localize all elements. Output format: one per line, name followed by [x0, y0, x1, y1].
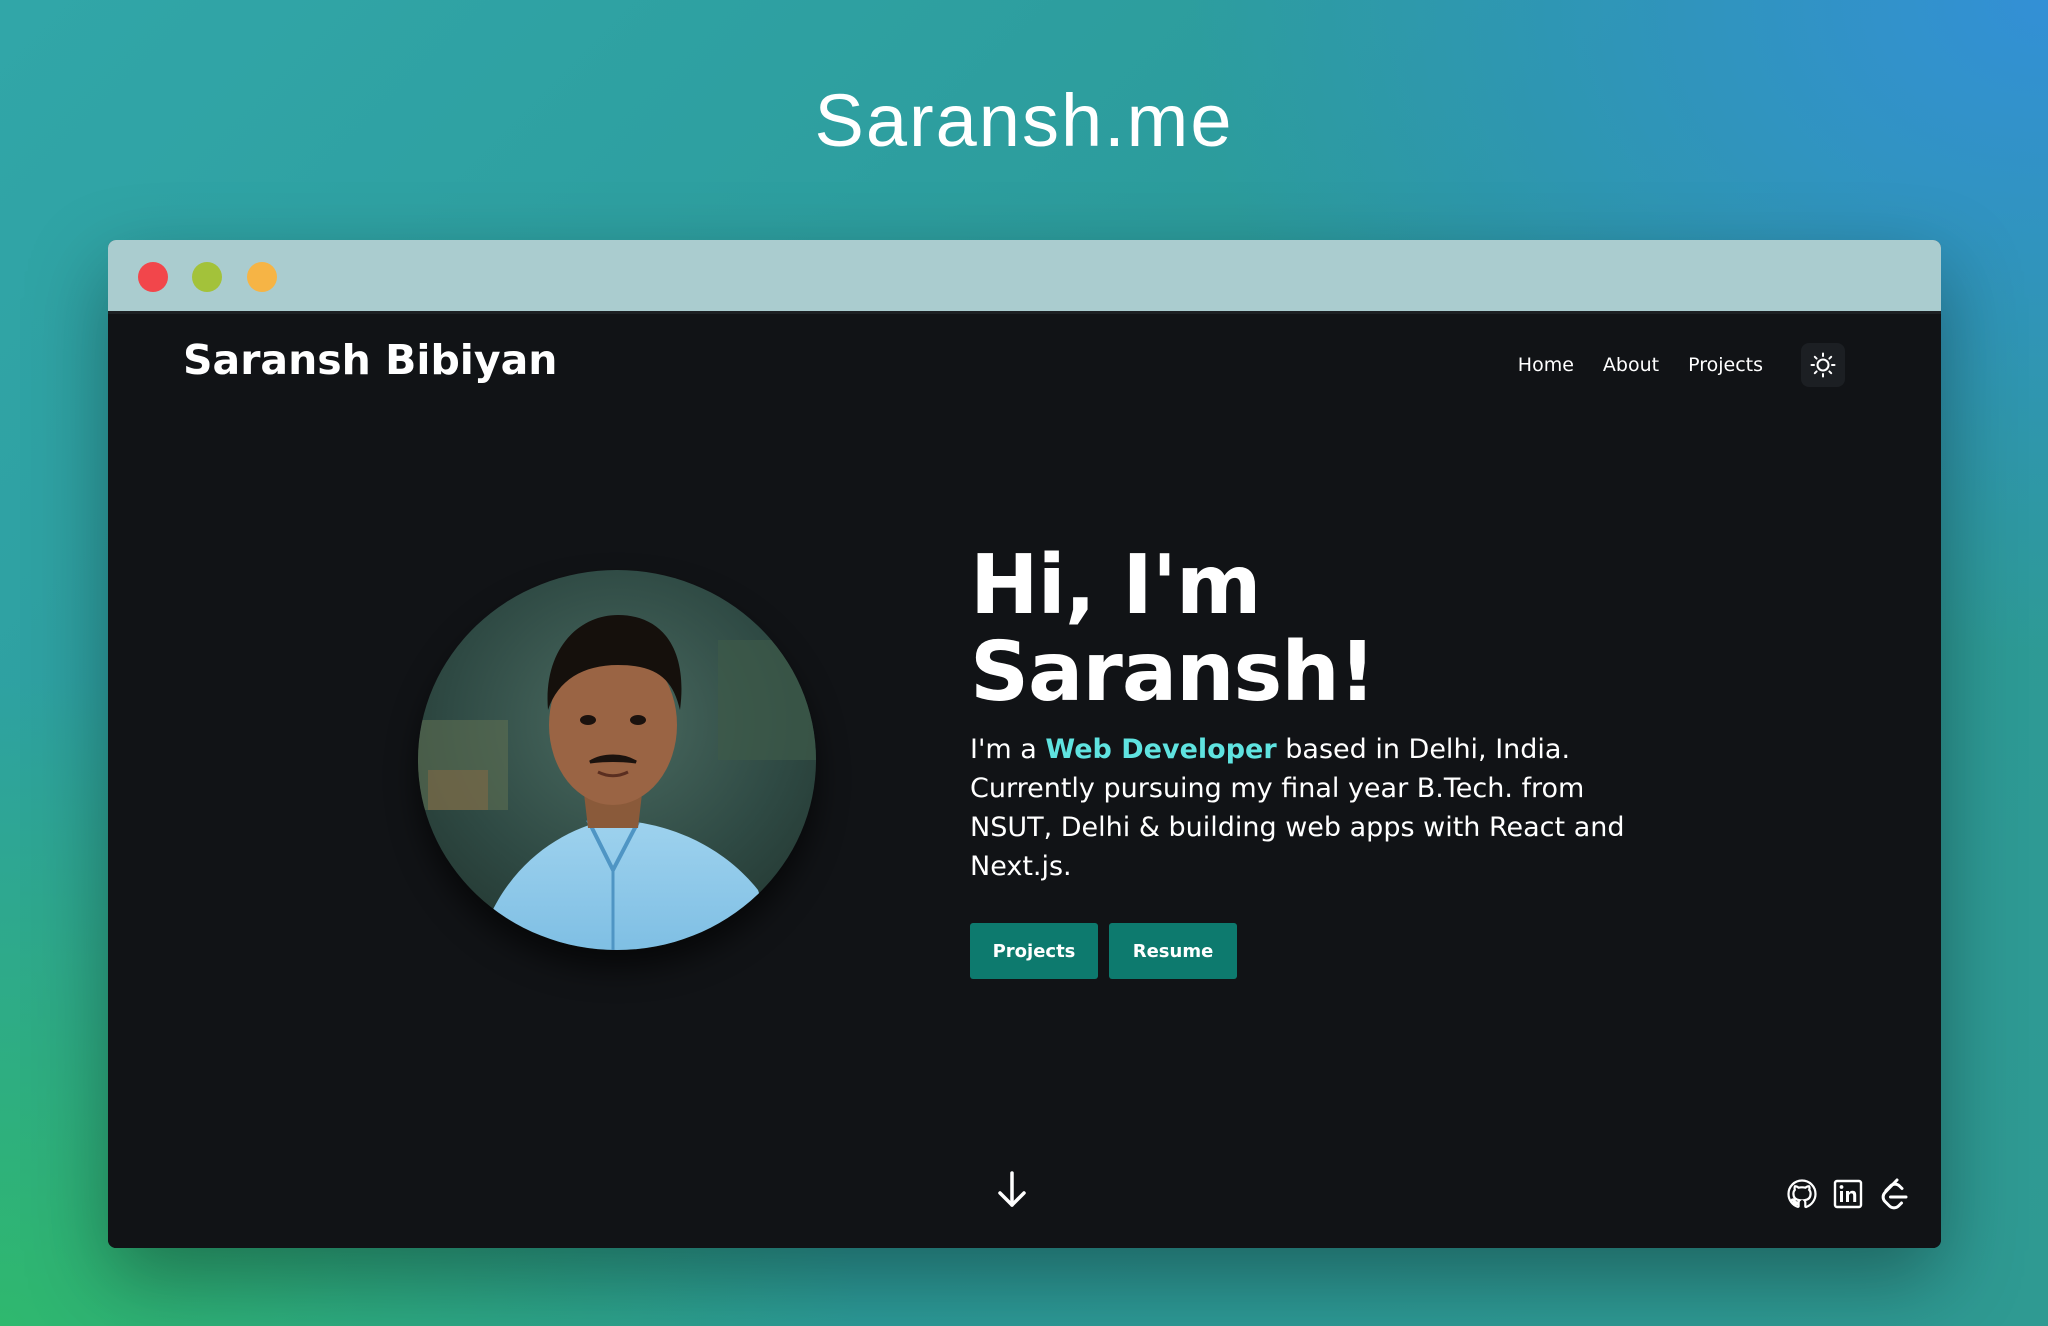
- github-icon: [1787, 1179, 1817, 1209]
- profile-photo: [418, 570, 816, 950]
- site-brand[interactable]: Saransh Bibiyan: [183, 336, 557, 384]
- linkedin-icon: [1833, 1179, 1863, 1209]
- leetcode-icon: [1881, 1178, 1908, 1210]
- arrow-down-icon: [998, 1171, 1026, 1207]
- hero-buttons: Projects Resume: [970, 923, 1248, 979]
- hero-desc-accent: Web Developer: [1045, 734, 1277, 765]
- hero-heading-line1: Hi, I'm: [970, 538, 1261, 633]
- browser-window: Saransh Bibiyan Home About Projects Hi, …: [108, 240, 1941, 1248]
- hero-heading: Hi, I'm Saransh!: [970, 542, 1376, 716]
- hero-desc-prefix: I'm a: [970, 734, 1046, 765]
- leetcode-link[interactable]: [1877, 1177, 1911, 1211]
- hero-description: I'm a Web Developer based in Delhi, Indi…: [970, 730, 1630, 886]
- nav-home-link[interactable]: Home: [1518, 354, 1574, 376]
- resume-button[interactable]: Resume: [1109, 923, 1237, 979]
- sun-icon: [1810, 352, 1836, 378]
- hero-heading-line2: Saransh!: [970, 625, 1376, 720]
- window-titlebar: [108, 240, 1941, 314]
- close-window-button[interactable]: [138, 262, 168, 292]
- projects-button[interactable]: Projects: [970, 923, 1098, 979]
- nav-about-link[interactable]: About: [1603, 354, 1659, 376]
- social-links: [1785, 1177, 1911, 1211]
- linkedin-link[interactable]: [1831, 1177, 1865, 1211]
- maximize-window-button[interactable]: [247, 262, 277, 292]
- scroll-down-button[interactable]: [994, 1169, 1030, 1215]
- github-link[interactable]: [1785, 1177, 1819, 1211]
- frame-title: Saransh.me: [814, 79, 1234, 162]
- main-nav: Home About Projects: [1489, 343, 1845, 387]
- theme-toggle-button[interactable]: [1801, 343, 1845, 387]
- nav-projects-link[interactable]: Projects: [1688, 354, 1763, 376]
- minimize-window-button[interactable]: [192, 262, 222, 292]
- website-viewport: Saransh Bibiyan Home About Projects Hi, …: [108, 317, 1941, 1248]
